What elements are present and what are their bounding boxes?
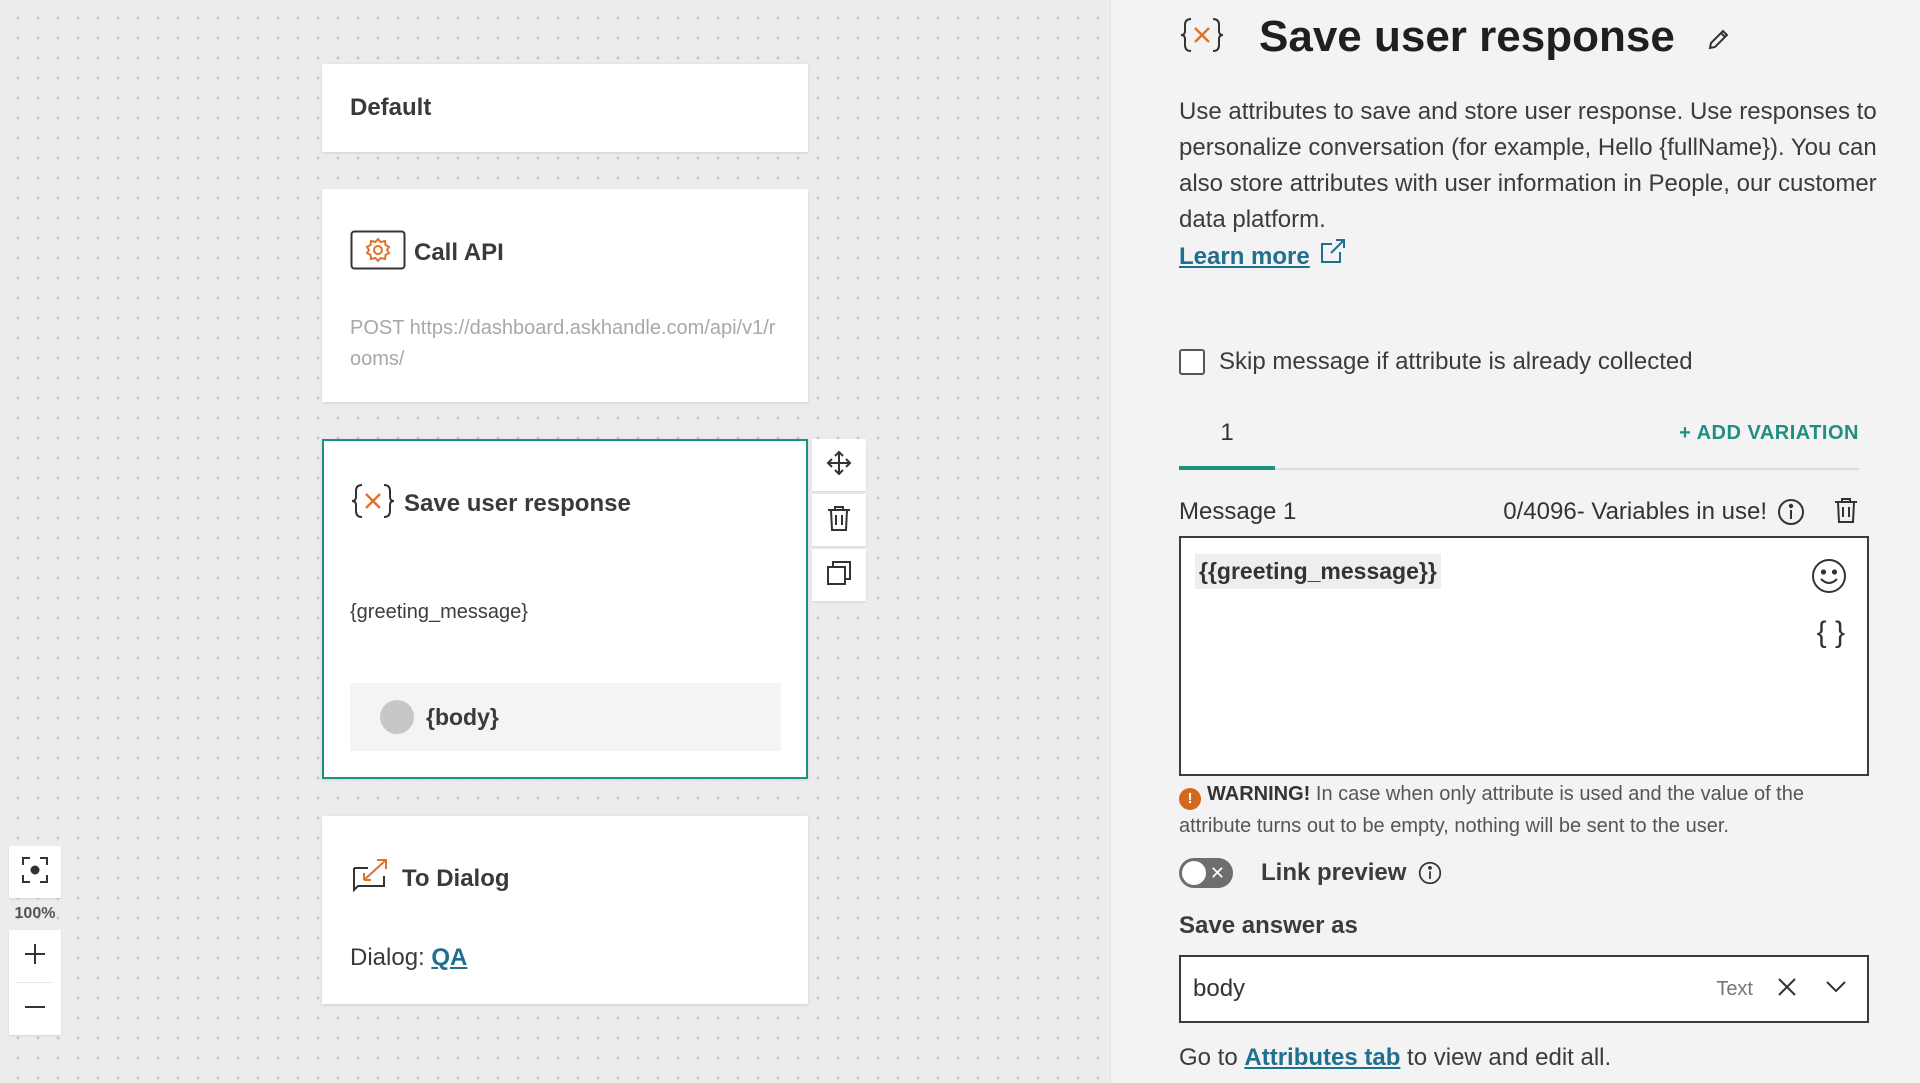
clear-attribute-button[interactable] [1777,977,1797,1002]
save-answer-select[interactable]: body Text [1179,955,1869,1023]
message-variable-token[interactable]: {{greeting_message}} [1195,554,1441,589]
info-icon[interactable] [1418,861,1442,885]
attributes-hint: Go to Attributes tab to view and edit al… [1179,1044,1611,1072]
skip-message-checkbox[interactable] [1179,349,1205,375]
description-text: Use attributes to save and store user re… [1179,98,1877,233]
warning-title: WARNING! [1207,783,1311,805]
to-dialog-node-card[interactable]: To Dialog Dialog: QA [322,816,808,1004]
message-char-count: 0/4096- Variables in use! [1503,498,1767,525]
learn-more-label: Learn more [1179,242,1310,270]
add-variation-button[interactable]: + ADD VARIATION [1679,422,1859,445]
zoom-in-button[interactable] [9,930,61,982]
move-node-button[interactable] [812,439,866,491]
save-answer-label: Save answer as [1179,912,1358,939]
panel-title: Save user response [1259,12,1675,61]
minus-icon [24,996,46,1023]
to-dialog-node-title: To Dialog [402,864,510,892]
skip-message-label: Skip message if attribute is already col… [1219,348,1693,375]
pencil-icon [1707,29,1731,55]
call-api-node-card[interactable]: Call API POST https://dashboard.askhandl… [322,189,808,402]
fit-view-icon [21,856,49,889]
save-answer-value: body [1193,975,1246,1002]
message-editor[interactable]: {{greeting_message}} { } [1179,536,1869,776]
warning-message: ! WARNING! In case when only attribute is… [1179,778,1879,842]
external-link-icon [1320,238,1346,275]
plus-icon [24,943,46,970]
toggle-knob [1182,861,1206,885]
node-toolbar [812,439,866,604]
default-node-title: Default [350,94,432,121]
dialog-link[interactable]: QA [431,944,467,971]
node-settings-panel: Save user response Use attributes to sav… [1110,0,1920,1083]
trash-icon [826,504,852,537]
trash-icon [1833,496,1859,529]
dialog-prefix: Dialog: [350,944,425,971]
zoom-level: 100% [14,905,56,922]
insert-variable-button[interactable]: { } [1817,616,1845,650]
goto-prefix: Go to [1179,1044,1238,1071]
chevron-down-icon [1825,980,1847,999]
link-preview-toggle[interactable]: ✕ [1179,858,1233,888]
gear-icon [350,230,406,275]
learn-more-link[interactable]: Learn more [1179,238,1346,275]
fit-view-button[interactable] [9,846,61,898]
duplicate-icon [826,560,852,591]
message-label: Message 1 [1179,498,1297,525]
attributes-tab-link[interactable]: Attributes tab [1244,1044,1400,1071]
flow-canvas[interactable]: Default Call API POST https://dashboard.… [0,0,1110,1083]
save-response-node-title: Save user response [404,489,631,517]
save-response-variable: {greeting_message} [350,601,528,623]
link-preview-label: Link preview [1261,859,1407,886]
link-preview-row: ✕ Link preview [1179,858,1442,888]
close-icon [1777,977,1797,1002]
move-icon [825,449,853,482]
call-api-url: POST https://dashboard.askhandle.com/api… [350,317,776,370]
duplicate-node-button[interactable] [812,549,866,601]
skip-message-row[interactable]: Skip message if attribute is already col… [1179,348,1693,376]
body-attribute-label: {body} [426,703,499,730]
dialog-target: Dialog: QA [350,944,467,972]
emoji-button[interactable] [1811,558,1847,599]
delete-node-button[interactable] [812,494,866,546]
tab-variation-1[interactable]: 1 [1179,408,1275,470]
default-node-card[interactable]: Default [322,64,808,152]
body-attribute-chip[interactable]: {body} [350,683,781,751]
variation-tabs: 1 + ADD VARIATION [1179,408,1859,470]
call-api-node-title: Call API [414,238,504,266]
variable-x-icon [1179,15,1225,60]
panel-description: Use attributes to save and store user re… [1179,94,1879,275]
delete-message-button[interactable] [1833,496,1859,529]
variable-x-icon [350,481,396,526]
zoom-controls: 100% [9,846,61,1035]
message-header: Message 1 0/4096- Variables in use! [1179,492,1859,532]
info-icon[interactable] [1777,498,1805,526]
save-response-node-card[interactable]: Save user response {greeting_message} {b… [322,439,808,779]
toggle-off-icon: ✕ [1209,863,1225,883]
save-answer-type: Text [1716,977,1753,1000]
warning-icon: ! [1179,788,1201,810]
zoom-out-button[interactable] [9,983,61,1035]
smiley-icon [1811,559,1847,598]
edit-title-button[interactable] [1707,27,1731,56]
dialog-arrow-icon [350,856,394,901]
goto-suffix: to view and edit all. [1407,1044,1612,1071]
chip-dot-icon [380,700,414,734]
attribute-dropdown-toggle[interactable] [1825,980,1847,999]
